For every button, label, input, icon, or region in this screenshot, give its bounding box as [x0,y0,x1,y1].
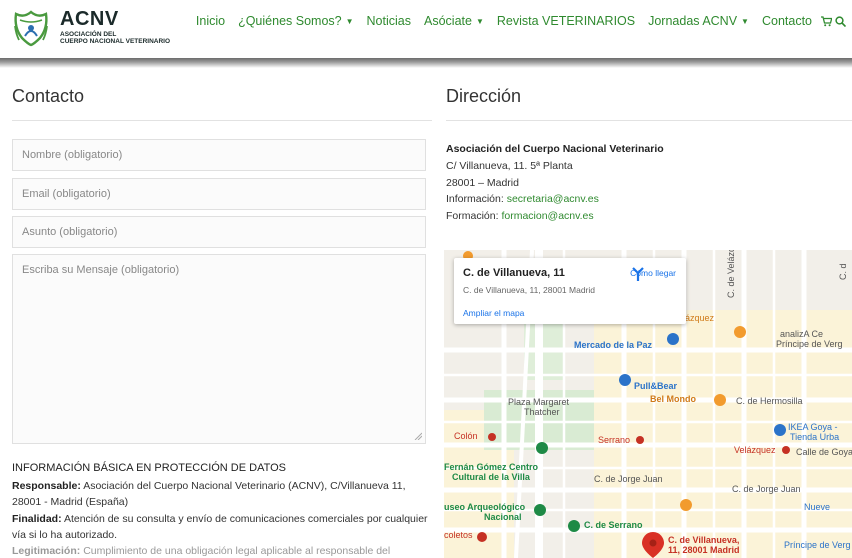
map-info-card: C. de Villanueva, 11 C. de Villanueva, 1… [454,258,686,324]
map-label-fernan-1: Fernán Gómez Centro [444,462,539,472]
map-label-fernan-2: Cultural de la Villa [452,472,530,482]
address-title-divider [446,120,852,121]
map-label-c-serrano: C. de Serrano [584,520,643,530]
map-label-ikea-2: Tienda Urba [790,432,840,442]
message-field[interactable]: Escriba su Mensaje (obligatorio) [12,254,426,444]
nav-item-label: Noticias [366,14,411,28]
map-label-analiza-2: Príncipe de Verg [776,339,843,349]
city-address: 28001 – Madrid [446,176,519,189]
nav-item-contacto[interactable]: Contacto [762,14,812,28]
cart-icon[interactable] [821,15,832,27]
caret-down-icon: ▼ [741,16,749,26]
map-label-mercado: Mercado de la Paz [574,340,653,350]
map-label-jorge-juan-2: C. de Jorge Juan [732,484,801,494]
map-label-pin-2: 11, 28001 Madrid [668,545,740,555]
nav-item-label: Inicio [195,14,226,28]
map-label-ikea-1: IKEA Goya - [788,422,838,432]
site-header: ACNV ASOCIACIÓN DEL CUERPO NACIONAL VETE… [0,0,852,58]
name-placeholder: Nombre (obligatorio) [22,149,123,161]
map-label-hermosilla: C. de Hermosilla [736,396,803,406]
subject-field[interactable]: Asunto (obligatorio) [12,216,426,248]
name-field[interactable]: Nombre (obligatorio) [12,139,426,171]
map-label-calle-goya: Calle de Goya [796,447,852,457]
map-label-plaza-2: Thatcher [524,407,560,417]
header-shadow [0,58,852,68]
logo-emblem-icon [14,10,48,47]
map-card-title: C. de Villanueva, 11 [463,267,565,279]
map-label-analiza-1: analizA Ce [780,329,824,339]
info-label: Información: [446,193,504,206]
map-label-belmondo: Bel Mondo [650,394,696,404]
contact-title: Contacto [12,86,85,106]
email-field[interactable]: Email (obligatorio) [12,178,426,210]
main-nav: Inicio ¿Quiénes Somos? ▼ Noticias Asóciat… [183,14,846,28]
expand-map-link[interactable]: Ampliar el mapa [463,308,524,318]
map-label-serrano-metro: Serrano [598,435,631,445]
legitimacion-label: Legitimación: [12,545,81,558]
site-logo[interactable]: ACNV ASOCIACIÓN DEL CUERPO NACIONAL VETE… [10,6,170,48]
nav-item-label: Asóciate [424,14,472,28]
address-block: Asociación del Cuerpo Nacional Veterinar… [446,141,664,225]
legitimacion-text: Cumplimiento de una obligación legal apl… [83,545,391,558]
info-email-link[interactable]: secretaria@acnv.es [507,193,599,205]
map-label-colon: Colón [454,431,478,441]
finalidad-text: Atención de su consulta y envío de comun… [12,512,428,541]
logo-subtitle-line-1: ASOCIACIÓN DEL [60,30,117,38]
map-label-pullbear: Pull&Bear [634,381,678,391]
map-label-plaza-1: Plaza Margaret [508,397,570,407]
nav-item-quienes-somos[interactable]: ¿Quiénes Somos? ▼ [238,14,353,28]
map-label-pin-1: C. de Villanueva, [668,535,740,545]
map-label-c-d: C. d [838,263,848,280]
nav-item-noticias[interactable]: Noticias [367,14,411,28]
map-label-principe-bottom: Príncipe de Verg [784,540,851,550]
map-label-c-velazquez: C. de Velázq [726,250,736,298]
org-name: Asociación del Cuerpo Nacional Veterinar… [446,143,664,155]
google-map[interactable]: uca - Velázquez analizA Ce Príncipe de V… [444,250,852,558]
nav-item-revista[interactable]: Revista VETERINARIOS [497,14,635,28]
nav-item-inicio[interactable]: Inicio [196,14,225,28]
caret-down-icon: ▼ [345,16,354,26]
logo-subtitle-line-2: CUERPO NACIONAL VETERINARIO [60,38,171,45]
nav-item-label: Revista VETERINARIOS [496,14,636,28]
map-label-museo-2: Nacional [484,512,522,522]
map-label-velazquez-metro: Velázquez [734,445,776,455]
contact-title-divider [12,120,432,121]
nav-item-label: Contacto [761,14,812,28]
finalidad-label: Finalidad: [12,512,62,525]
training-email-link[interactable]: formacion@acnv.es [501,210,593,222]
nav-item-asociate[interactable]: Asóciate ▼ [424,14,484,28]
nav-item-jornadas[interactable]: Jornadas ACNV ▼ [648,14,749,28]
message-placeholder: Escriba su Mensaje (obligatorio) [22,264,180,276]
map-label-museo-1: useo Arqueológico [444,502,526,512]
email-placeholder: Email (obligatorio) [22,188,111,200]
search-icon[interactable] [835,15,846,27]
directions-icon [632,267,644,281]
logo-title: ACNV [60,7,119,30]
training-label: Formación: [446,210,499,223]
data-protection-info: INFORMACIÓN BÁSICA EN PROTECCIÓN DE DATO… [12,460,432,558]
map-label-jorge-juan-1: C. de Jorge Juan [594,474,663,484]
map-label-coletos: coletos [444,530,473,540]
nav-item-label: ¿Quiénes Somos? [238,14,342,28]
street-address: C/ Villanueva, 11. 5ª Planta [446,159,573,172]
directions-button[interactable]: Cómo llegar [630,266,676,281]
responsable-label: Responsable: [12,480,81,493]
nav-item-label: Jornadas ACNV [648,14,738,28]
data-protection-title: INFORMACIÓN BÁSICA EN PROTECCIÓN DE DATO… [12,462,287,474]
resize-handle-icon[interactable] [414,432,422,440]
subject-placeholder: Asunto (obligatorio) [22,226,118,238]
map-label-nuevo: Nueve [804,502,831,512]
caret-down-icon: ▼ [475,16,484,26]
address-title: Dirección [446,86,522,106]
map-card-address: C. de Villanueva, 11, 28001 Madrid [463,285,595,295]
